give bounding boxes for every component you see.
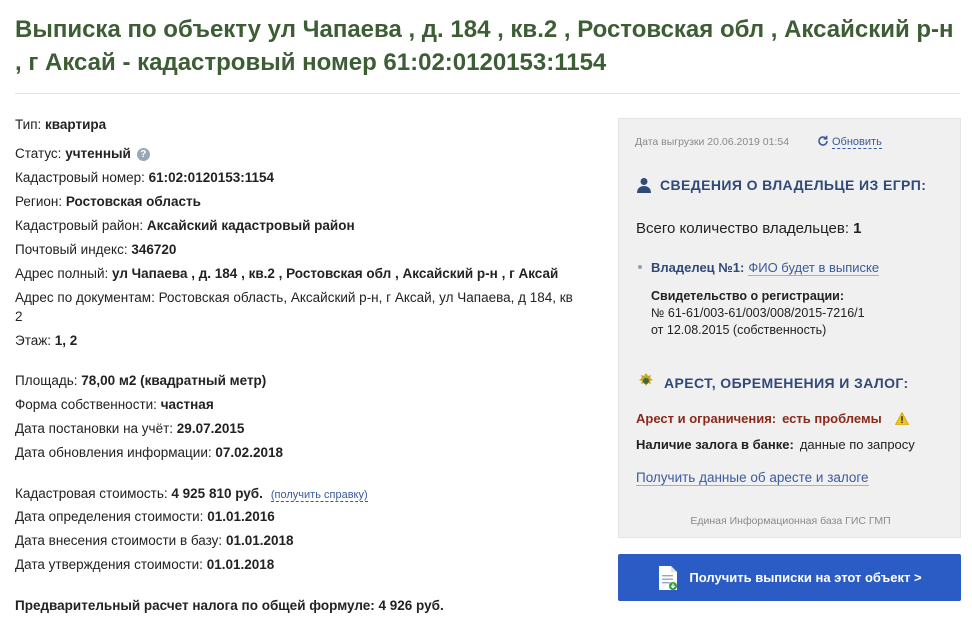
info-region: Регион: Ростовская область bbox=[15, 194, 201, 209]
info-doc-address: Адрес по документам: Ростовская область,… bbox=[15, 290, 573, 324]
owner-name-link[interactable]: ФИО будет в выписке bbox=[748, 260, 880, 276]
info-update-date: Дата обновления информации: 07.02.2018 bbox=[15, 445, 283, 460]
warning-icon bbox=[895, 411, 910, 428]
user-icon bbox=[636, 177, 652, 196]
database-note: Единая Информационная база ГИС ГМП bbox=[690, 515, 891, 527]
info-postal-code: Почтовый индекс: 346720 bbox=[15, 242, 177, 257]
owner-info-panel: Дата выгрузки 20.06.2019 01:54 Обновить … bbox=[618, 118, 961, 538]
info-registration-date: Дата постановки на учёт: 29.07.2015 bbox=[15, 421, 245, 436]
info-ownership-form: Форма собственности: частная bbox=[15, 397, 214, 412]
page-title: Выписка по объекту ул Чапаева , д. 184 ,… bbox=[15, 16, 954, 76]
bullet-icon bbox=[638, 265, 642, 269]
info-tax-estimate: Предварительный расчет налога по общей ф… bbox=[15, 598, 444, 613]
info-value-determination-date: Дата определения стоимости: 01.01.2016 bbox=[15, 509, 275, 524]
refresh-button[interactable]: Обновить bbox=[817, 135, 882, 150]
info-status: Статус: учтенный? bbox=[15, 144, 150, 163]
info-cadastral-number: Кадастровый номер: 61:02:0120153:1154 bbox=[15, 170, 275, 185]
info-value-approval-date: Дата утверждения стоимости: 01.01.2018 bbox=[15, 557, 275, 572]
get-certificate-link[interactable]: (получить справку) bbox=[270, 489, 368, 502]
owners-count: Всего количество владельцев: 1 bbox=[636, 220, 862, 237]
owner-item: Владелец №1: ФИО будет в выписке bbox=[638, 260, 880, 276]
info-cadastral-district: Кадастровый район: Аксайский кадастровый… bbox=[15, 218, 355, 233]
info-type: Тип: квартира bbox=[15, 117, 107, 132]
divider bbox=[15, 93, 960, 94]
arrest-data-link[interactable]: Получить данные об аресте и залоге bbox=[636, 470, 869, 486]
info-cadastral-value: Кадастровая стоимость: 4 925 810 руб. (по… bbox=[15, 486, 368, 502]
info-full-address: Адрес полный: ул Чапаева , д. 184 , кв.2… bbox=[15, 266, 559, 281]
info-value-entry-date: Дата внесения стоимости в базу: 01.01.20… bbox=[15, 533, 294, 548]
document-icon bbox=[657, 565, 679, 591]
arrest-section-heading: АРЕСТ, ОБРЕМЕНЕНИЯ И ЗАЛОГ: bbox=[636, 371, 909, 394]
registration-certificate: Свидетельство о регистрации: № 61-61/003… bbox=[651, 289, 865, 337]
export-date: Дата выгрузки 20.06.2019 01:54 bbox=[635, 136, 790, 148]
arrest-status: Арест и ограничения: есть проблемы bbox=[636, 411, 910, 428]
info-floor: Этаж: 1, 2 bbox=[15, 333, 78, 348]
info-area: Площадь: 78,00 м2 (квадратный метр) bbox=[15, 373, 267, 388]
help-icon[interactable]: ? bbox=[136, 148, 150, 161]
get-extracts-button[interactable]: Получить выписки на этот объект > bbox=[618, 554, 961, 601]
pledge-status: Наличие залога в банке: данные по запросу bbox=[636, 437, 915, 452]
emblem-icon bbox=[636, 371, 656, 394]
refresh-icon bbox=[817, 135, 829, 150]
owner-section-heading: СВЕДЕНИЯ О ВЛАДЕЛЬЦЕ ИЗ ЕГРП: bbox=[636, 177, 926, 196]
